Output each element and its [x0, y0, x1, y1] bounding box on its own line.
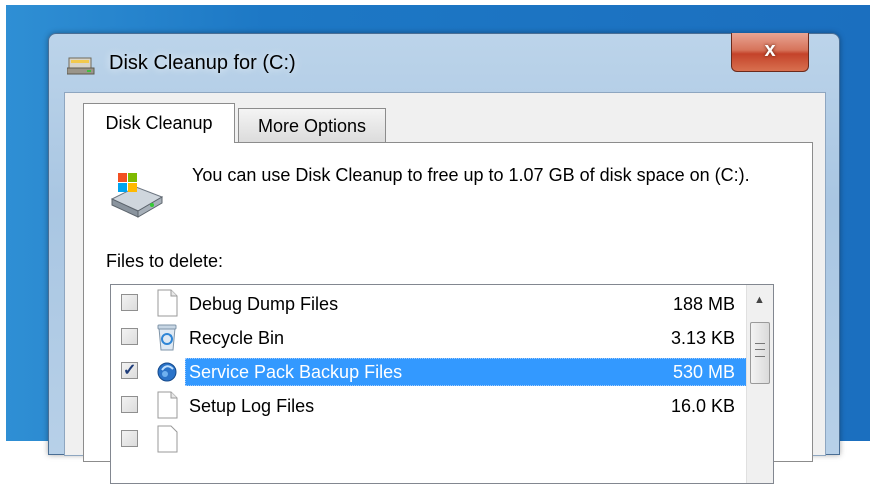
windows-update-icon	[157, 362, 177, 382]
grip-icon	[755, 343, 765, 357]
window-title: Disk Cleanup for (C:)	[109, 52, 296, 74]
files-to-delete-list[interactable]: Debug Dump Files 188 MB Recycle Bin 3.13…	[110, 284, 774, 484]
document-icon	[157, 289, 178, 317]
list-item-partial[interactable]	[111, 423, 747, 456]
checkbox-service-pack-backup-files[interactable]: ✓	[121, 362, 138, 379]
file-name: Setup Log Files	[189, 396, 315, 416]
tab-label: More Options	[257, 116, 367, 136]
tab-panel: You can use Disk Cleanup to free up to 1…	[83, 142, 813, 484]
tab-disk-cleanup[interactable]: Disk Cleanup	[83, 103, 235, 143]
title-bar[interactable]: Disk Cleanup for (C:) x	[49, 33, 839, 92]
file-name: Recycle Bin	[189, 328, 285, 348]
file-name: Service Pack Backup Files	[189, 362, 403, 382]
file-size: 16.0 KB	[670, 396, 735, 416]
disk-cleanup-icon	[67, 57, 95, 75]
file-size: 530 MB	[672, 362, 735, 382]
tab-label: Disk Cleanup	[105, 113, 213, 133]
file-size: 3.13 KB	[670, 328, 735, 348]
list-item-service-pack-backup-files[interactable]: ✓ Service Pack Backup Files 530 MB	[111, 355, 747, 388]
scroll-up-arrow-icon[interactable]: ▲	[747, 285, 772, 315]
files-to-delete-label: Files to delete:	[106, 251, 224, 271]
tab-more-options[interactable]: More Options	[238, 108, 386, 143]
list-item-recycle-bin[interactable]: Recycle Bin 3.13 KB	[111, 321, 747, 354]
document-icon	[157, 425, 178, 453]
checkbox-partial[interactable]	[121, 430, 138, 447]
list-item-debug-dump-files[interactable]: Debug Dump Files 188 MB	[111, 287, 747, 320]
close-button[interactable]: x	[731, 33, 809, 72]
file-size: 188 MB	[672, 294, 735, 314]
checkbox-debug-dump-files[interactable]	[121, 294, 138, 311]
checkmark-icon: ✓	[123, 362, 137, 379]
file-name: Debug Dump Files	[189, 294, 339, 314]
cleanup-description: You can use Disk Cleanup to free up to 1…	[192, 165, 750, 185]
recycle-bin-icon	[157, 324, 177, 351]
document-icon	[157, 391, 178, 419]
dialog-client-area: Disk Cleanup More Options You can use Di…	[64, 92, 826, 484]
checkbox-setup-log-files[interactable]	[121, 396, 138, 413]
list-scrollbar[interactable]: ▲	[746, 285, 773, 483]
close-icon: x	[764, 39, 776, 61]
disk-cleanup-window: Disk Cleanup for (C:) x Disk Cleanup Mor…	[48, 33, 840, 484]
scroll-thumb[interactable]	[750, 322, 770, 384]
drive-cleanup-icon	[110, 173, 164, 218]
list-item-setup-log-files[interactable]: Setup Log Files 16.0 KB	[111, 389, 747, 422]
checkbox-recycle-bin[interactable]	[121, 328, 138, 345]
